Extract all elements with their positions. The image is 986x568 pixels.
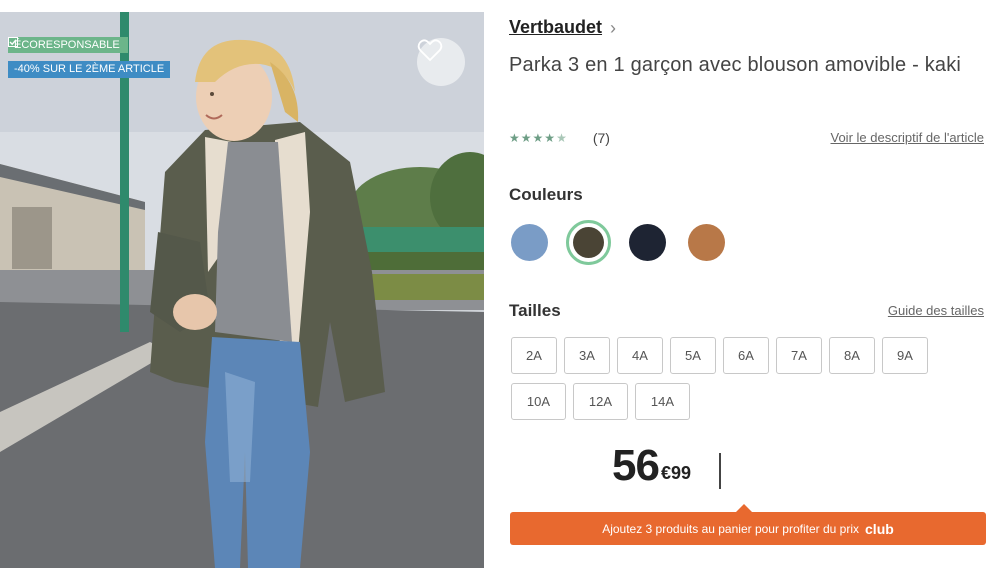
club-promo-banner[interactable]: Ajoutez 3 produits au panier pour profit… — [510, 504, 986, 545]
color-swatch-navy[interactable] — [629, 224, 666, 261]
price-integer: 56 — [612, 441, 660, 490]
star-icon: ★ — [509, 131, 520, 145]
product-title: Parka 3 en 1 garçon avec blouson amovibl… — [509, 54, 962, 76]
size-option-14a[interactable]: 14A — [635, 383, 690, 420]
brand-breadcrumb: Vertbaudet › — [509, 17, 616, 38]
size-option-5a[interactable]: 5A — [670, 337, 716, 374]
size-option-4a[interactable]: 4A — [617, 337, 663, 374]
club-banner-text: Ajoutez 3 produits au panier pour profit… — [602, 521, 860, 536]
star-icon: ★ — [520, 131, 532, 145]
color-swatch-camel[interactable] — [688, 224, 725, 261]
size-option-12a[interactable]: 12A — [573, 383, 628, 420]
size-option-2a[interactable]: 2A — [511, 337, 557, 374]
half-star-icon: ★ — [556, 131, 567, 145]
sizes-label: Tailles — [509, 301, 561, 320]
size-option-3a[interactable]: 3A — [564, 337, 610, 374]
check-icon — [8, 37, 18, 47]
product-price: 56 €99 — [612, 444, 691, 488]
color-swatch-khaki[interactable] — [566, 220, 611, 265]
rating-stars: ★ ★ ★ ★ ★ — [509, 131, 567, 145]
size-option-8a[interactable]: 8A — [829, 337, 875, 374]
size-option-9a[interactable]: 9A — [882, 337, 928, 374]
product-rating[interactable]: ★ ★ ★ ★ ★ (7) — [509, 130, 610, 146]
size-option-6a[interactable]: 6A — [723, 337, 769, 374]
product-image[interactable]: ÉCORESPONSABLE -40% SUR LE 2ÈME ARTICLE — [0, 12, 484, 568]
size-option-10a[interactable]: 10A — [511, 383, 566, 420]
promo-badge: -40% SUR LE 2ÈME ARTICLE — [8, 61, 171, 78]
color-swatch-blue[interactable] — [511, 224, 548, 261]
favorite-button[interactable] — [417, 38, 465, 86]
eco-badge: ÉCORESPONSABLE — [8, 37, 128, 53]
club-banner-club: club — [865, 520, 894, 537]
product-photo-illustration — [0, 12, 484, 568]
size-option-7a[interactable]: 7A — [776, 337, 822, 374]
color-swatches — [511, 220, 747, 265]
review-count: (7) — [592, 130, 610, 146]
star-icon: ★ — [544, 131, 556, 145]
colors-label: Couleurs — [509, 185, 583, 204]
eco-badge-label: ÉCORESPONSABLE — [14, 39, 120, 51]
brand-link[interactable]: Vertbaudet — [509, 17, 602, 38]
heart-icon — [417, 39, 443, 62]
size-guide-link[interactable]: Guide des tailles — [888, 303, 984, 318]
size-options: 2A 3A 4A 5A 6A 7A 8A 9A 10A 12A 14A — [511, 337, 941, 429]
price-divider — [719, 453, 721, 489]
star-icon: ★ — [532, 131, 544, 145]
price-decimal: €99 — [660, 463, 691, 483]
description-link[interactable]: Voir le descriptif de l'article — [831, 130, 985, 145]
chevron-right-icon: › — [610, 17, 617, 38]
